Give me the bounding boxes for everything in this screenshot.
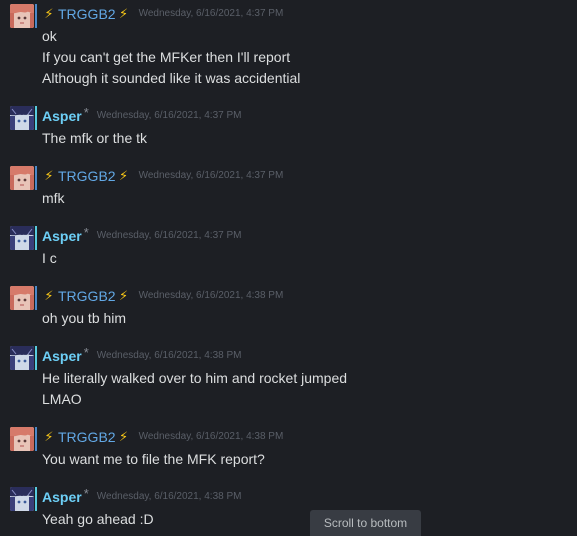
author-name[interactable]: Asper	[42, 226, 82, 246]
author-name[interactable]: TRGGB2	[58, 286, 116, 306]
scroll-to-bottom-button[interactable]: Scroll to bottom	[310, 510, 421, 536]
timestamp: Wednesday, 6/16/2021, 4:37 PM	[138, 170, 284, 181]
timestamp: Wednesday, 6/16/2021, 4:37 PM	[138, 8, 284, 19]
message-text: I c	[42, 250, 57, 266]
online-indicator	[35, 226, 37, 250]
online-indicator	[35, 4, 37, 28]
message-text: oh you tb him	[42, 310, 127, 326]
author-name[interactable]: TRGGB2	[58, 4, 116, 24]
message-text: ok	[42, 28, 57, 44]
lightning-bolt-icon: ⚡	[119, 6, 129, 21]
lightning-bolt-icon: ⚡	[44, 6, 54, 21]
avatar[interactable]	[10, 427, 34, 451]
online-indicator	[35, 487, 37, 511]
timestamp: Wednesday, 6/16/2021, 4:37 PM	[96, 230, 242, 241]
message-text: mfk	[42, 190, 65, 206]
message-text: Yeah go ahead :D	[42, 511, 154, 527]
lightning-bolt-icon: ⚡	[44, 288, 54, 303]
author-name[interactable]: Asper	[42, 346, 82, 366]
avatar[interactable]	[10, 4, 34, 28]
avatar[interactable]	[10, 106, 34, 130]
avatar[interactable]	[10, 226, 34, 250]
message-header: ⚡ TRGGB2 ⚡ Wednesday, 6/16/2021, 4:37 PM	[42, 166, 283, 186]
author-name[interactable]: TRGGB2	[58, 166, 116, 186]
message-text: Although it sounded like it was accident…	[42, 70, 301, 86]
star-icon: *	[83, 486, 89, 501]
message-header: ⚡ TRGGB2 ⚡ Wednesday, 6/16/2021, 4:37 PM	[42, 4, 283, 24]
chat-log: ⚡ TRGGB2 ⚡ Wednesday, 6/16/2021, 4:37 PM…	[0, 0, 577, 536]
timestamp: Wednesday, 6/16/2021, 4:38 PM	[96, 491, 242, 502]
avatar[interactable]	[10, 487, 34, 511]
star-icon: *	[83, 105, 89, 120]
timestamp: Wednesday, 6/16/2021, 4:38 PM	[96, 350, 242, 361]
message-text: The mfk or the tk	[42, 130, 148, 146]
message-header: Asper * Wednesday, 6/16/2021, 4:38 PM	[42, 346, 241, 366]
online-indicator	[35, 286, 37, 310]
online-indicator	[35, 427, 37, 451]
message-header: ⚡ TRGGB2 ⚡ Wednesday, 6/16/2021, 4:38 PM	[42, 427, 283, 447]
timestamp: Wednesday, 6/16/2021, 4:37 PM	[96, 110, 242, 121]
lightning-bolt-icon: ⚡	[119, 168, 129, 183]
online-indicator	[35, 346, 37, 370]
author-name[interactable]: TRGGB2	[58, 427, 116, 447]
timestamp: Wednesday, 6/16/2021, 4:38 PM	[138, 290, 284, 301]
online-indicator	[35, 166, 37, 190]
author-name[interactable]: Asper	[42, 487, 82, 507]
message-text: If you can't get the MFKer then I'll rep…	[42, 49, 291, 65]
lightning-bolt-icon: ⚡	[119, 429, 129, 444]
online-indicator	[35, 106, 37, 130]
avatar[interactable]	[10, 286, 34, 310]
message-header: Asper * Wednesday, 6/16/2021, 4:37 PM	[42, 106, 241, 126]
message-text: LMAO	[42, 391, 82, 407]
message-header: ⚡ TRGGB2 ⚡ Wednesday, 6/16/2021, 4:38 PM	[42, 286, 283, 306]
star-icon: *	[83, 225, 89, 240]
avatar[interactable]	[10, 166, 34, 190]
author-name[interactable]: Asper	[42, 106, 82, 126]
lightning-bolt-icon: ⚡	[44, 429, 54, 444]
message-header: Asper * Wednesday, 6/16/2021, 4:38 PM	[42, 487, 241, 507]
message-text: You want me to file the MFK report?	[42, 451, 265, 467]
star-icon: *	[83, 345, 89, 360]
timestamp: Wednesday, 6/16/2021, 4:38 PM	[138, 431, 284, 442]
message-text: He literally walked over to him and rock…	[42, 370, 348, 386]
lightning-bolt-icon: ⚡	[119, 288, 129, 303]
avatar[interactable]	[10, 346, 34, 370]
lightning-bolt-icon: ⚡	[44, 168, 54, 183]
message-header: Asper * Wednesday, 6/16/2021, 4:37 PM	[42, 226, 241, 246]
